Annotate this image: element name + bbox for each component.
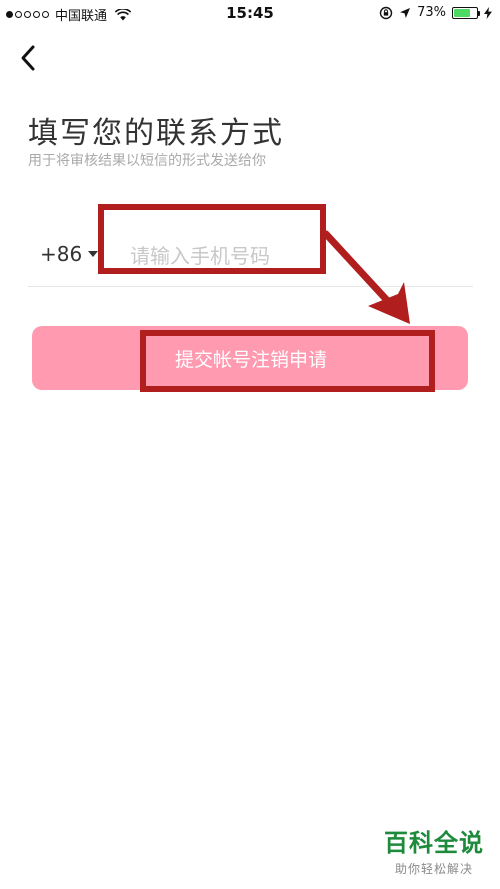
watermark-subtitle: 助你轻松解决: [394, 862, 473, 876]
annotation-arrow: [322, 230, 410, 324]
watermark: 百科全说 助你轻松解决: [384, 823, 484, 877]
watermark-title: 百科全说: [384, 829, 484, 857]
